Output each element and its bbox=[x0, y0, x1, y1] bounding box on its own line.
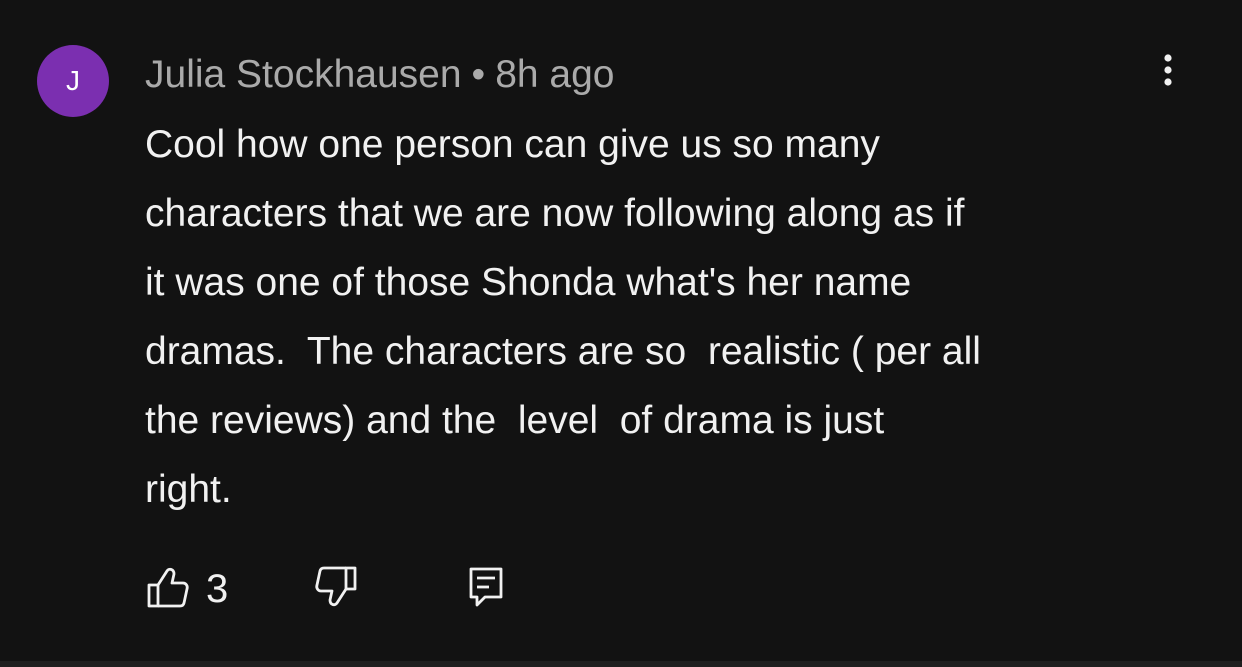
comment-text: Cool how one person can give us so many … bbox=[145, 123, 981, 511]
separator-dot: • bbox=[471, 53, 486, 96]
dislike-button[interactable] bbox=[313, 563, 359, 611]
avatar[interactable]: J bbox=[37, 45, 109, 117]
comment-reply-icon bbox=[469, 567, 503, 607]
comment-time[interactable]: 8h ago bbox=[495, 53, 614, 96]
more-options-button[interactable] bbox=[1146, 48, 1190, 92]
thumb-down-icon bbox=[315, 566, 357, 607]
divider bbox=[0, 661, 1242, 667]
avatar-initial: J bbox=[66, 65, 80, 96]
author-name[interactable]: Julia Stockhausen bbox=[145, 53, 462, 96]
like-count: 3 bbox=[206, 567, 229, 611]
more-vertical-icon bbox=[1164, 54, 1172, 86]
reply-button[interactable] bbox=[467, 563, 507, 611]
comment-card: J Julia Stockhausen • 8h ago Cool how one … bbox=[0, 0, 1242, 667]
like-button[interactable] bbox=[145, 563, 191, 611]
thumb-up-icon bbox=[147, 567, 189, 608]
comment-header: Julia Stockhausen • 8h ago bbox=[145, 49, 615, 101]
